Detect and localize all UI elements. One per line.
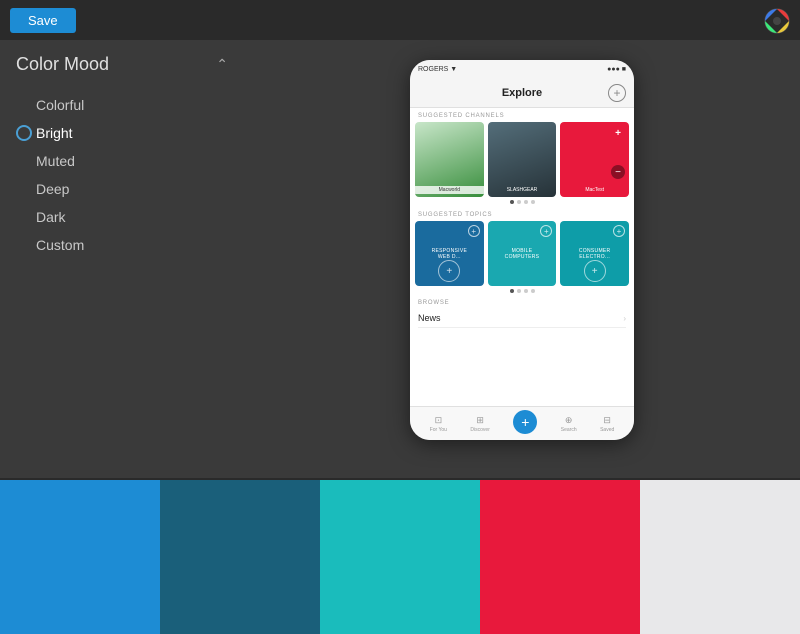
color-wheel-icon[interactable] — [764, 8, 790, 34]
phone-nav-title: Explore — [502, 87, 542, 99]
topic-text-3: CONSUMERELECTRO... — [576, 248, 614, 260]
topic-card-mobile: + MOBILECOMPUTERS — [488, 221, 557, 286]
topic-dots — [410, 286, 634, 296]
saved-icon: ⊟ — [603, 415, 611, 426]
phone-area: ROGERS ▼ ●●● ■ Explore + SUGGESTED CHANN… — [244, 40, 800, 460]
mood-item-bright[interactable]: Bright — [0, 119, 244, 147]
phone-content: SUGGESTED CHANNELS Macworld SLASHGEAR + … — [410, 108, 634, 406]
top-bar: Save — [0, 0, 800, 40]
tdot-3 — [524, 289, 528, 293]
browse-chevron-icon: › — [623, 314, 626, 323]
channel-card-slashgear: SLASHGEAR — [488, 122, 557, 197]
channel-card-mactest: + − MacTest — [560, 122, 629, 197]
phone-nav: Explore + — [410, 78, 634, 108]
tab-search[interactable]: ⊕ Search — [561, 415, 577, 433]
palette-swatch-blue[interactable] — [0, 480, 160, 634]
browse-section: BROWSE News › — [410, 296, 634, 332]
search-icon: ⊕ — [565, 415, 573, 426]
discover-label: Discover — [470, 427, 489, 433]
topic-add-1[interactable]: + — [468, 225, 480, 237]
topic-circle-3: + — [584, 260, 606, 282]
browse-label: BROWSE — [418, 300, 626, 306]
center-add-button[interactable]: + — [513, 410, 537, 434]
tdot-2 — [517, 289, 521, 293]
save-button[interactable]: Save — [10, 8, 76, 33]
left-panel: Color Mood ⌃ Colorful Bright Muted Deep … — [0, 40, 244, 275]
panel-title: Color Mood — [16, 54, 109, 75]
topic-text-2: MOBILECOMPUTERS — [502, 248, 543, 260]
topic-card-responsive: + RESPONSIVEWEB D... + — [415, 221, 484, 286]
channels-row: Macworld SLASHGEAR + − MacTest — [410, 122, 634, 197]
status-icons: ●●● ■ — [607, 66, 626, 73]
tab-for-you[interactable]: ⊡ For You — [430, 415, 447, 433]
palette-swatch-teal[interactable] — [320, 480, 480, 634]
mood-item-deep[interactable]: Deep — [0, 175, 244, 203]
channel-label-mactest: MacTest — [560, 186, 629, 194]
dot-4 — [531, 200, 535, 204]
topics-row: + RESPONSIVEWEB D... + + MOBILECOMPUTERS… — [410, 221, 634, 286]
suggested-channels-label: SUGGESTED CHANNELS — [410, 108, 634, 122]
carrier-text: ROGERS ▼ — [418, 66, 457, 73]
palette-swatch-dark-blue[interactable] — [160, 480, 320, 634]
mood-item-colorful[interactable]: Colorful — [0, 91, 244, 119]
topic-add-2[interactable]: + — [540, 225, 552, 237]
topic-plus-3: + — [592, 266, 598, 277]
channel-dots — [410, 197, 634, 207]
browse-item-text: News — [418, 313, 441, 323]
tdot-4 — [531, 289, 535, 293]
panel-header: Color Mood ⌃ — [0, 40, 244, 85]
discover-icon: ⊞ — [476, 415, 484, 426]
palette-swatch-light-gray[interactable] — [640, 480, 800, 634]
collapse-icon[interactable]: ⌃ — [216, 56, 228, 73]
topic-plus-1: + — [446, 266, 452, 277]
palette-swatch-red[interactable] — [480, 480, 640, 634]
dot-2 — [517, 200, 521, 204]
dot-1 — [510, 200, 514, 204]
add-button-red[interactable]: + — [611, 126, 625, 140]
channel-label: Macworld — [415, 186, 484, 194]
topic-text-1: RESPONSIVEWEB D... — [429, 248, 471, 260]
tdot-1 — [510, 289, 514, 293]
phone-status-bar: ROGERS ▼ ●●● ■ — [410, 60, 634, 78]
phone-tabbar: ⊡ For You ⊞ Discover + ⊕ Search ⊟ Saved — [410, 406, 634, 440]
mood-item-muted[interactable]: Muted — [0, 147, 244, 175]
suggested-topics-label: SUGGESTED TOPICS — [410, 207, 634, 221]
saved-label: Saved — [600, 427, 614, 433]
channel-label-slashgear: SLASHGEAR — [488, 186, 557, 194]
tab-center[interactable]: + — [513, 410, 537, 438]
phone-nav-plus-button[interactable]: + — [608, 84, 626, 102]
mood-item-dark[interactable]: Dark — [0, 203, 244, 231]
search-label: Search — [561, 427, 577, 433]
browse-item-news[interactable]: News › — [418, 309, 626, 328]
dot-3 — [524, 200, 528, 204]
mood-item-custom[interactable]: Custom — [0, 231, 244, 259]
tab-saved[interactable]: ⊟ Saved — [600, 415, 614, 433]
topic-card-consumer: + CONSUMERELECTRO... + — [560, 221, 629, 286]
mood-list: Colorful Bright Muted Deep Dark Custom — [0, 85, 244, 265]
phone-mockup: ROGERS ▼ ●●● ■ Explore + SUGGESTED CHANN… — [410, 60, 634, 440]
for-you-icon: ⊡ — [435, 415, 443, 426]
tab-discover[interactable]: ⊞ Discover — [470, 415, 489, 433]
remove-button[interactable]: − — [611, 165, 625, 179]
color-palette — [0, 480, 800, 634]
channel-card-macworld: Macworld — [415, 122, 484, 197]
for-you-label: For You — [430, 427, 447, 433]
topic-circle-1: + — [438, 260, 460, 282]
topic-add-3[interactable]: + — [613, 225, 625, 237]
